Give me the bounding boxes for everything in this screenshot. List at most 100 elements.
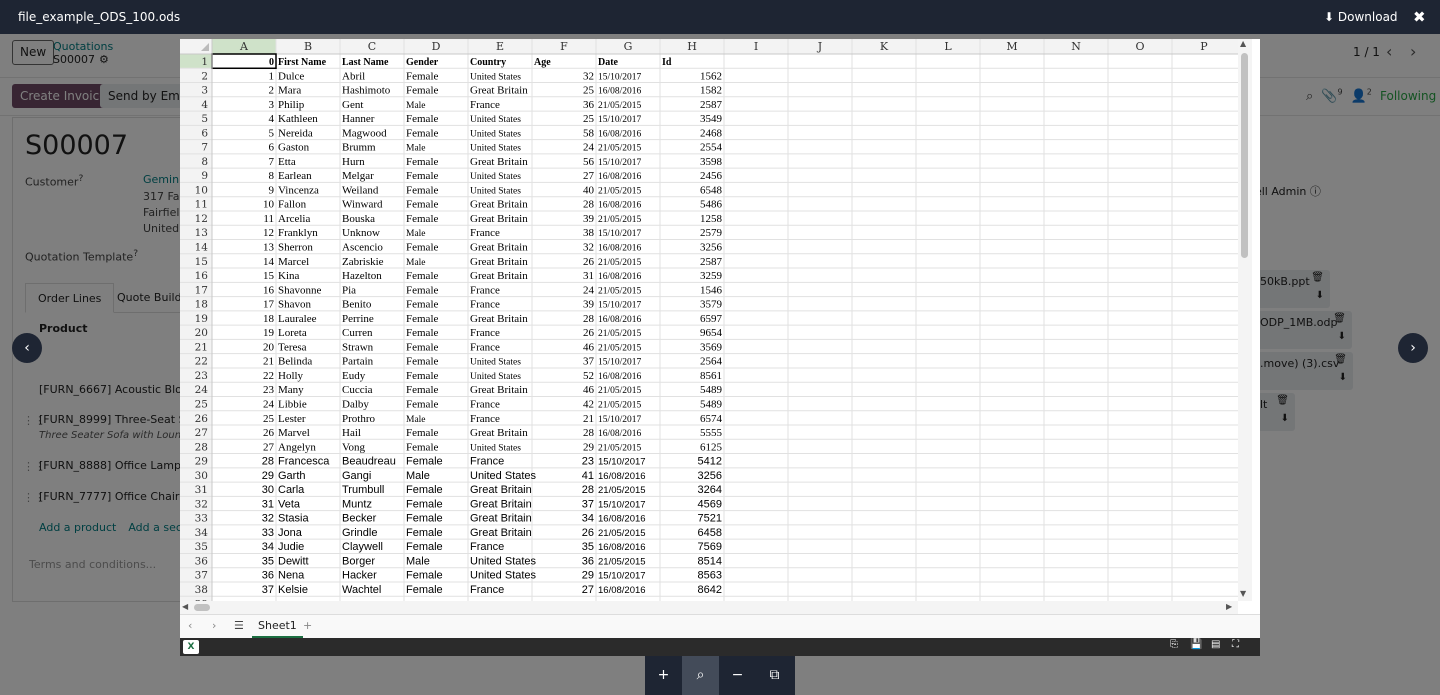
save-icon[interactable]: 💾 [1190, 639, 1202, 650]
spreadsheet-cell: 21/05/2015 [598, 186, 642, 196]
spreadsheet-cell: 37 [262, 584, 274, 596]
download-button[interactable]: ⬇ Download [1324, 10, 1398, 24]
spreadsheet-cell: Unknow [342, 227, 380, 239]
spreadsheet-cell: 16/08/2016 [598, 585, 646, 596]
spreadsheet-grid-svg: A B C D E F G H I J K L M N O P1 0 First Name Last Name Gen… [180, 39, 1238, 601]
row-header-number: 1 [201, 56, 208, 68]
layout-icon[interactable]: ▤ [1211, 639, 1220, 650]
spreadsheet-cell: 26 [582, 527, 594, 539]
spreadsheet-cell: Arcelia [278, 213, 310, 225]
spreadsheet-header-cell: Age [534, 57, 551, 68]
row-header-number: 38 [195, 584, 208, 596]
zoom-in-button[interactable]: + [645, 656, 682, 695]
spreadsheet-cell: Abril [342, 70, 365, 82]
row-header-number: 24 [195, 384, 209, 396]
preview-header: file_example_ODS_100.ods ⬇ Download ✖ [0, 0, 1440, 34]
spreadsheet-cell: 15/10/2017 [598, 72, 642, 82]
next-attachment-button[interactable]: › [1398, 333, 1428, 363]
row-header-number: 32 [195, 498, 208, 510]
column-header-letter: L [944, 40, 952, 53]
scroll-right-icon[interactable]: ▶ [1226, 602, 1232, 611]
spreadsheet-cell: Great Britain [470, 156, 528, 168]
spreadsheet-cell: Male [406, 555, 430, 567]
sheet-next-icon[interactable]: › [212, 619, 216, 632]
scroll-left-icon[interactable]: ◀ [182, 602, 188, 611]
spreadsheet-cell: Becker [342, 513, 377, 525]
spreadsheet-cell: Weiland [342, 184, 379, 196]
row-header-number: 10 [195, 184, 208, 196]
vertical-scrollbar[interactable]: ▲ ▼ [1238, 39, 1252, 601]
spreadsheet-cell: 21/05/2015 [598, 101, 642, 111]
spreadsheet-cell: Female [406, 541, 443, 553]
add-sheet-icon[interactable]: + [303, 619, 312, 632]
spreadsheet-cell: 21/05/2015 [598, 386, 642, 396]
open-external-button[interactable]: ⧉ [756, 656, 793, 695]
spreadsheet-cell: 26 [263, 427, 275, 439]
spreadsheet-cell: 16 [263, 284, 275, 296]
spreadsheet-cell: 21/05/2015 [598, 215, 642, 225]
spreadsheet-cell: Many [278, 384, 304, 396]
spreadsheet-cell: 38 [583, 227, 595, 239]
vertical-scroll-thumb[interactable] [1241, 53, 1248, 258]
sheet-prev-icon[interactable]: ‹ [188, 619, 192, 632]
row-header-number: 21 [195, 341, 208, 353]
spreadsheet-cell: Perrine [342, 313, 374, 325]
spreadsheet-cell: 29 [583, 441, 595, 453]
search-button[interactable]: ⌕ [682, 656, 719, 695]
fullscreen-icon[interactable]: ⛶ [1232, 639, 1239, 650]
spreadsheet-cell: 2587 [700, 99, 723, 111]
spreadsheet-cell: 25 [583, 113, 595, 125]
spreadsheet-cell: Female [406, 513, 443, 525]
zoom-out-button[interactable]: − [719, 656, 756, 695]
previous-attachment-button[interactable]: ‹ [12, 333, 42, 363]
spreadsheet-cell: Garth [278, 470, 306, 482]
spreadsheet-cell: Great Britain [470, 270, 528, 282]
row-header-number: 15 [195, 256, 208, 268]
spreadsheet-cell: 6125 [700, 441, 723, 453]
spreadsheet-cell: Sherron [278, 242, 313, 254]
sheet-list-icon[interactable]: ☰ [234, 619, 244, 632]
spreadsheet-cell: 21 [583, 413, 594, 425]
spreadsheet-cell: 15/10/2017 [598, 457, 646, 468]
close-icon[interactable]: ✖ [1413, 8, 1426, 26]
spreadsheet-cell: 46 [583, 384, 595, 396]
spreadsheet-cell: 5486 [700, 199, 723, 211]
row-header-number: 17 [195, 284, 208, 296]
spreadsheet-cell: 1258 [700, 213, 723, 225]
row-header-number: 31 [195, 484, 208, 496]
spreadsheet-cell: 41 [582, 470, 594, 482]
spreadsheet-cell: Male [406, 415, 426, 425]
spreadsheet-cell: 28 [583, 427, 595, 439]
spreadsheet-grid[interactable]: A B C D E F G H I J K L M N O P 1 0 First Name Last Name Gen… [180, 39, 1238, 601]
horizontal-scroll-thumb[interactable] [194, 604, 210, 611]
copy-icon[interactable]: ⎘ [1170, 639, 1178, 650]
spreadsheet-cell: 9 [269, 184, 275, 196]
spreadsheet-cell: Hashimoto [342, 85, 391, 97]
spreadsheet-cell: 5412 [698, 456, 722, 468]
horizontal-scrollbar[interactable]: ◀ ▶ [180, 601, 1238, 614]
row-header-number: 34 [195, 527, 209, 539]
spreadsheet-cell: 15/10/2017 [598, 358, 642, 368]
scroll-up-icon[interactable]: ▲ [1240, 39, 1246, 48]
spreadsheet-cell: 2468 [700, 127, 723, 139]
scroll-down-icon[interactable]: ▼ [1240, 589, 1246, 598]
row-header-number: 26 [195, 413, 209, 425]
spreadsheet-cell: 36 [262, 570, 274, 582]
spreadsheet-cell: 21/05/2015 [598, 443, 642, 453]
spreadsheet-cell: Winward [342, 199, 383, 211]
spreadsheet-cell: 8642 [698, 584, 722, 596]
spreadsheet-cell: 2456 [700, 170, 723, 182]
spreadsheet-cell: Philip [278, 99, 305, 111]
spreadsheet-cell: Great Britain [470, 527, 532, 539]
spreadsheet-cell: United States [470, 72, 521, 82]
spreadsheet-header-cell: Gender [406, 57, 439, 68]
spreadsheet-cell: United States [470, 129, 521, 139]
spreadsheet-cell: 52 [583, 370, 594, 382]
spreadsheet-cell: United States [470, 358, 521, 368]
spreadsheet-cell: 31 [262, 498, 274, 510]
sheet-tab[interactable]: Sheet1 [252, 615, 303, 638]
spreadsheet-cell: 34 [262, 541, 274, 553]
spreadsheet-cell: Carla [278, 484, 305, 496]
spreadsheet-cell: Stasia [278, 513, 309, 525]
spreadsheet-cell: France [470, 541, 504, 553]
